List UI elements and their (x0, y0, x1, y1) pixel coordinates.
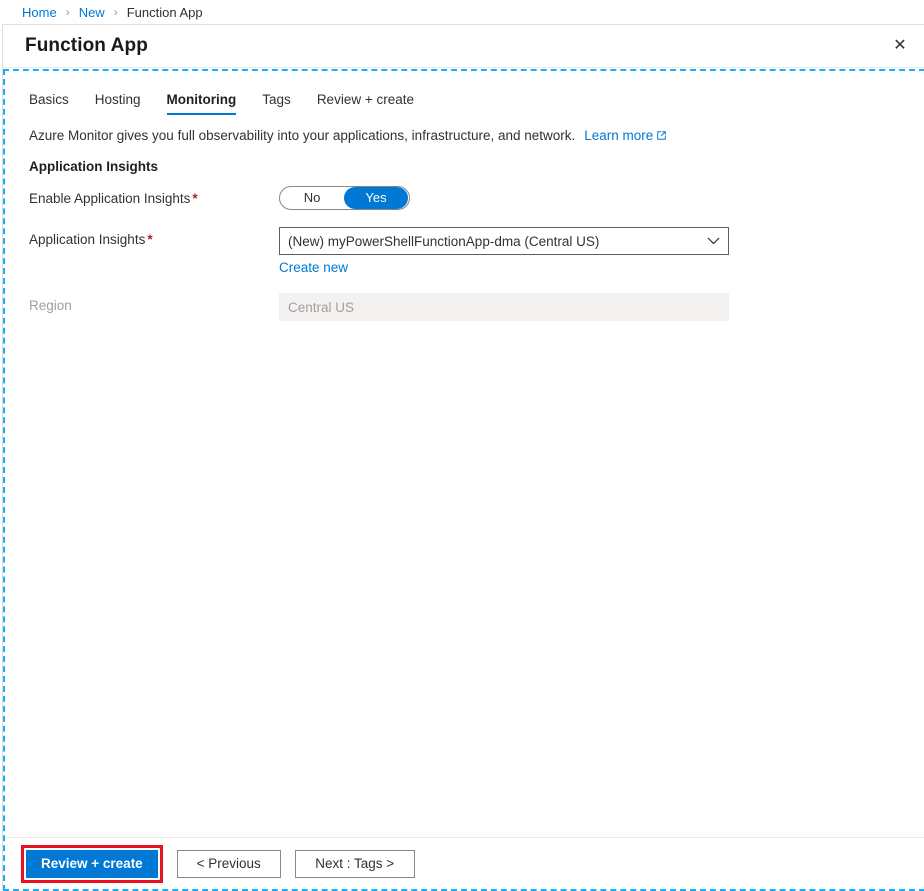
breadcrumb-item-new[interactable]: New (79, 5, 105, 20)
application-insights-dropdown[interactable]: (New) myPowerShellFunctionApp-dma (Centr… (279, 227, 729, 255)
application-insights-label: Application Insights * (29, 227, 279, 248)
previous-button[interactable]: < Previous (176, 849, 281, 878)
enable-application-insights-label-text: Enable Application Insights (29, 191, 191, 206)
region-label: Region (29, 298, 72, 313)
review-create-highlight-box: Review + create (21, 844, 163, 883)
breadcrumb: Home › New › Function App (0, 0, 924, 24)
wizard-body: Basics Hosting Monitoring Tags Review + … (5, 71, 924, 837)
required-marker: * (147, 232, 153, 247)
review-create-button[interactable]: Review + create (26, 849, 158, 878)
region-control: Central US (279, 293, 924, 321)
breadcrumb-item-home[interactable]: Home (22, 5, 57, 20)
tab-hosting[interactable]: Hosting (95, 92, 141, 115)
tab-tags[interactable]: Tags (262, 92, 291, 115)
close-icon[interactable]: ✕ (884, 30, 916, 62)
required-marker: * (192, 191, 198, 206)
region-row: Region Central US (5, 293, 924, 321)
wizard-content-region: Basics Hosting Monitoring Tags Review + … (3, 69, 924, 891)
learn-more-label: Learn more (584, 128, 654, 143)
chevron-down-icon (698, 237, 728, 245)
wizard-tabs: Basics Hosting Monitoring Tags Review + … (5, 71, 924, 115)
external-link-icon (656, 128, 667, 145)
function-app-blade: Function App ✕ Basics Hosting Monitoring… (2, 24, 924, 891)
region-field: Central US (279, 293, 729, 321)
create-new-link[interactable]: Create new (279, 260, 348, 275)
enable-application-insights-label: Enable Application Insights * (29, 186, 279, 207)
tab-monitoring[interactable]: Monitoring (166, 92, 236, 115)
application-insights-row: Application Insights * (New) myPowerShell… (5, 227, 924, 275)
enable-application-insights-control: No Yes (279, 186, 924, 210)
enable-application-insights-toggle[interactable]: No Yes (279, 186, 410, 210)
application-insights-label-text: Application Insights (29, 232, 146, 247)
application-insights-control: (New) myPowerShellFunctionApp-dma (Centr… (279, 227, 924, 275)
learn-more-link[interactable]: Learn more (584, 128, 667, 143)
breadcrumb-separator-icon: › (113, 5, 118, 19)
tab-review-create[interactable]: Review + create (317, 92, 414, 115)
tab-basics[interactable]: Basics (29, 92, 69, 115)
page-title: Function App (25, 35, 148, 56)
toggle-option-no[interactable]: No (280, 187, 344, 209)
application-insights-section-heading: Application Insights (29, 159, 159, 174)
blade-header: Function App ✕ (3, 25, 924, 68)
breadcrumb-item-function-app: Function App (126, 4, 203, 20)
breadcrumb-separator-icon: › (65, 5, 70, 19)
wizard-footer: Review + create < Previous Next : Tags > (5, 837, 924, 889)
next-button[interactable]: Next : Tags > (294, 849, 415, 878)
enable-application-insights-row: Enable Application Insights * No Yes (5, 186, 924, 210)
application-insights-selected-value: (New) myPowerShellFunctionApp-dma (Centr… (288, 233, 600, 249)
monitoring-description-text: Azure Monitor gives you full observabili… (29, 128, 576, 143)
toggle-option-yes[interactable]: Yes (344, 187, 408, 209)
monitoring-description: Azure Monitor gives you full observabili… (5, 115, 924, 145)
